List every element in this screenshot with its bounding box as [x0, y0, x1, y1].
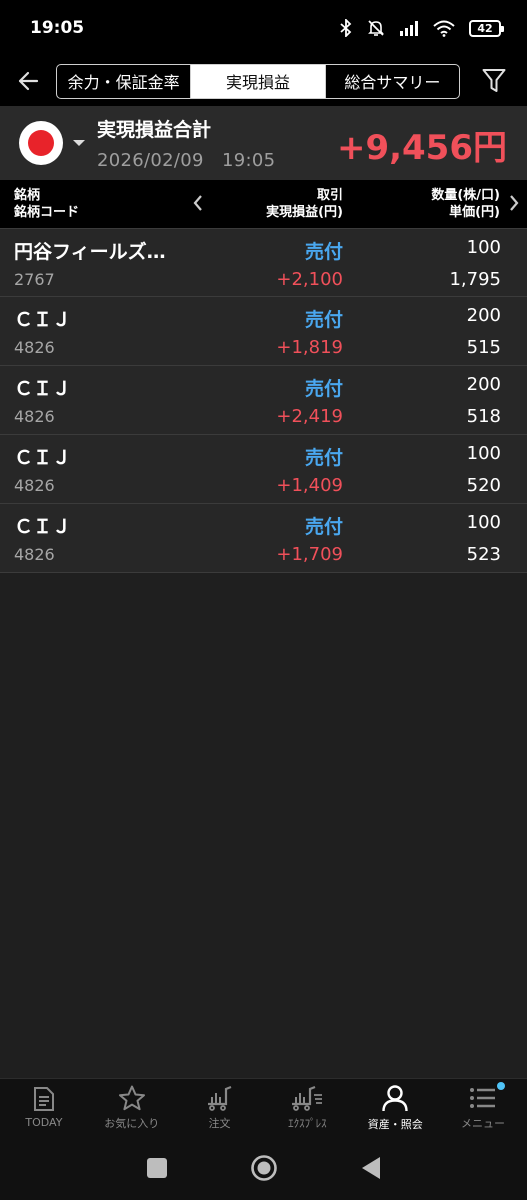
battery-indicator: 42	[469, 19, 504, 37]
quantity: 100	[466, 443, 501, 464]
quantity: 100	[466, 237, 501, 258]
realized-pl: +1,709	[276, 544, 343, 565]
trade-side: 売付	[304, 447, 343, 469]
realized-pl: +2,100	[276, 269, 343, 290]
table-row[interactable]: ＣＩＪ 4826 売付 +1,709 100 523	[0, 504, 527, 573]
filter-icon	[482, 69, 505, 92]
table-row[interactable]: ＣＩＪ 4826 売付 +2,419 200 518	[0, 366, 527, 435]
star-icon	[118, 1085, 145, 1110]
recents-icon[interactable]	[146, 1157, 168, 1179]
nav-order[interactable]: 注文	[176, 1079, 264, 1136]
tab-realized-pl[interactable]: 実現損益	[190, 64, 325, 98]
fast-cart-icon	[292, 1085, 323, 1111]
status-icons: 42	[339, 19, 504, 37]
realized-pl-list: 円谷フィールズ… 2767 売付 +2,100 100 1,795 ＣＩＪ 48…	[0, 228, 527, 573]
menu-icon	[470, 1087, 496, 1108]
stock-code: 4826	[14, 545, 55, 564]
app-header: 余力・保証金率 実現損益 総合サマリー	[0, 56, 527, 106]
cart-icon	[207, 1085, 231, 1111]
unit-price: 518	[466, 406, 501, 427]
column-quantity-label: 数量(株/口)	[431, 188, 500, 203]
stock-name: ＣＩＪ	[14, 378, 72, 400]
bottom-navigation: TODAY お気に入り 注文 ｴｸｽﾌﾟﾚｽ 資産・照会 メニュー	[0, 1078, 527, 1136]
document-icon	[33, 1087, 54, 1111]
trade-side: 売付	[304, 378, 343, 400]
tab-total-summary[interactable]: 総合サマリー	[324, 64, 459, 98]
wifi-icon	[433, 20, 455, 37]
system-navigation	[0, 1136, 527, 1200]
stock-name: 円谷フィールズ…	[14, 241, 166, 263]
summary-datetime: 2026/02/09 19:05	[97, 149, 276, 171]
status-bar: 19:05 42	[0, 0, 527, 56]
nav-menu-label: メニュー	[461, 1116, 506, 1130]
nav-today-label: TODAY	[25, 1116, 63, 1129]
unit-price: 520	[466, 475, 501, 496]
status-time: 19:05	[30, 18, 85, 38]
filter-button[interactable]	[460, 56, 527, 106]
stock-name: ＣＩＪ	[14, 309, 72, 331]
nav-order-label: 注文	[208, 1116, 231, 1130]
column-trade-label: 取引	[316, 188, 343, 203]
nav-assets-label: 資産・照会	[367, 1117, 423, 1131]
nav-today[interactable]: TODAY	[0, 1079, 88, 1136]
column-realized-pl-label: 実現損益(円)	[266, 205, 343, 220]
quantity: 100	[466, 512, 501, 533]
unit-price: 1,795	[449, 269, 501, 290]
realized-pl: +2,419	[276, 406, 343, 427]
nav-express[interactable]: ｴｸｽﾌﾟﾚｽ	[263, 1079, 351, 1136]
japan-flag-icon[interactable]	[19, 121, 63, 165]
unit-price: 523	[466, 544, 501, 565]
segmented-tabs: 余力・保証金率 実現損益 総合サマリー	[56, 63, 460, 99]
column-code-label: 銘柄コード	[14, 205, 80, 220]
nav-favorites[interactable]: お気に入り	[88, 1079, 176, 1136]
column-name-label: 銘柄	[14, 188, 41, 203]
table-row[interactable]: 円谷フィールズ… 2767 売付 +2,100 100 1,795	[0, 228, 527, 297]
unit-price: 515	[466, 337, 501, 358]
chevron-down-icon[interactable]	[73, 140, 85, 146]
trade-side: 売付	[304, 241, 343, 263]
back-triangle-icon[interactable]	[360, 1156, 382, 1180]
table-row[interactable]: ＣＩＪ 4826 売付 +1,409 100 520	[0, 435, 527, 504]
realized-pl: +1,409	[276, 475, 343, 496]
tab-margin-rate[interactable]: 余力・保証金率	[57, 65, 190, 98]
summary-total: +9,456円	[336, 128, 507, 168]
stock-code: 4826	[14, 476, 55, 495]
realized-pl: +1,819	[276, 337, 343, 358]
back-button[interactable]	[0, 56, 56, 106]
column-unit-price-label: 単価(円)	[449, 205, 500, 220]
battery-level: 42	[477, 21, 493, 35]
realized-pl-summary: 実現損益合計 2026/02/09 19:05 +9,456円	[0, 106, 527, 180]
stock-code: 4826	[14, 338, 55, 357]
signal-icon	[400, 21, 418, 36]
chevron-right-icon[interactable]	[508, 194, 520, 212]
stock-name: ＣＩＪ	[14, 447, 72, 469]
summary-title: 実現損益合計	[97, 118, 212, 141]
table-header: 銘柄 銘柄コード 取引 実現損益(円) 数量(株/口) 単価(円)	[0, 180, 527, 228]
nav-assets[interactable]: 資産・照会	[351, 1079, 439, 1136]
arrow-left-icon	[18, 71, 39, 91]
trade-side: 売付	[304, 516, 343, 538]
home-icon[interactable]	[250, 1154, 278, 1182]
bluetooth-icon	[340, 19, 352, 37]
table-row[interactable]: ＣＩＪ 4826 売付 +1,819 200 515	[0, 297, 527, 366]
quantity: 200	[466, 305, 501, 326]
chevron-left-icon[interactable]	[192, 194, 204, 212]
nav-favorites-label: お気に入り	[104, 1116, 160, 1130]
nav-menu[interactable]: メニュー	[439, 1079, 527, 1136]
bell-muted-icon	[368, 20, 384, 36]
notification-badge	[496, 1082, 505, 1090]
stock-code: 4826	[14, 407, 55, 426]
trade-side: 売付	[304, 309, 343, 331]
stock-name: ＣＩＪ	[14, 516, 72, 538]
nav-express-label: ｴｸｽﾌﾟﾚｽ	[288, 1116, 327, 1130]
stock-code: 2767	[14, 270, 55, 289]
person-icon	[382, 1084, 408, 1111]
quantity: 200	[466, 374, 501, 395]
